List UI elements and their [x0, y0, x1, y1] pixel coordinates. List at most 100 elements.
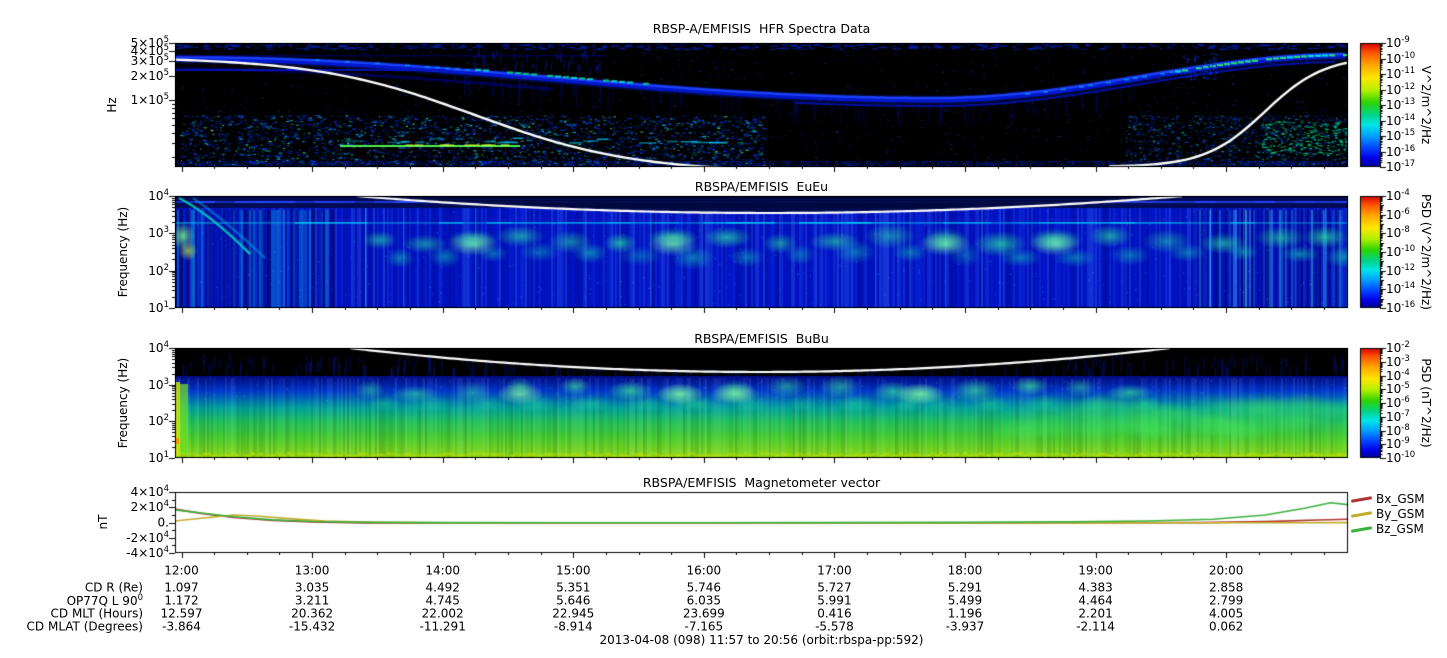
colorbar-tick-label: 10-2	[1386, 340, 1410, 356]
colorbar-tick-label: 10-15	[1386, 128, 1416, 144]
x-tick-label: 12:00	[164, 563, 199, 578]
emfisis-summary-plot: RBSP-A/EMFISIS HFR Spectra Data RBSPA/EM…	[0, 0, 1447, 658]
y-tick-label: -2×104	[126, 529, 169, 545]
by_gsm-legend-line	[1350, 511, 1373, 518]
ephemeris-value: 1.196	[947, 606, 983, 621]
ephemeris-value: 3.211	[294, 593, 330, 608]
colorbar-tick-label: 10-8	[1386, 422, 1410, 438]
ephemeris-value: 0.416	[817, 606, 852, 621]
magnetometer-line-canvas	[175, 492, 1348, 553]
y-tick-label: 3×105	[130, 53, 169, 69]
ephemeris-row-label: CD MLAT (Degrees)	[26, 619, 143, 634]
x-tick-label: 13:00	[294, 563, 330, 578]
y-tick-label: 101	[148, 300, 169, 316]
bx_gsm-legend-line	[1350, 496, 1373, 503]
y-tick-label: 102	[148, 262, 169, 278]
colorbar-tick-label: 10-14	[1386, 112, 1416, 128]
eueu-colorbar-unit-label: PSD (V^2/m^2/Hz)	[1419, 194, 1433, 310]
ephemeris-value: 5.727	[817, 580, 852, 595]
colorbar-tick-label: 10-6	[1386, 206, 1410, 222]
ephemeris-value: 5.646	[556, 593, 591, 608]
y-tick-label: 101	[148, 450, 169, 466]
colorbar-tick-label: 10-5	[1386, 381, 1410, 397]
y-tick-label: 2×105	[130, 67, 169, 83]
ephemeris-value: 4.745	[425, 593, 460, 608]
bubu-colorbar-unit-label: PSD (nT^2/Hz)	[1419, 358, 1433, 448]
y-tick-label: 103	[148, 376, 169, 392]
ephemeris-value: 5.351	[556, 580, 591, 595]
hfr-spectrogram-canvas	[175, 43, 1348, 167]
ephemeris-value: 4.464	[1078, 593, 1113, 608]
ephemeris-value: 3.035	[294, 580, 330, 595]
bubu-panel-title: RBSPA/EMFISIS BuBu	[694, 331, 829, 346]
ephemeris-value: 5.291	[947, 580, 983, 595]
eueu-y-axis-label: Frequency (Hz)	[116, 206, 130, 298]
colorbar-tick-label: 10-3	[1386, 353, 1410, 369]
ephemeris-value: 22.002	[421, 606, 464, 621]
colorbar-tick-label: 10-7	[1386, 408, 1410, 424]
colorbar-tick-label: 10-13	[1386, 97, 1416, 113]
ephemeris-value: 2.799	[1208, 593, 1244, 608]
colorbar-tick-label: 10-12	[1386, 81, 1416, 97]
x-tick-label: 20:00	[1208, 563, 1244, 578]
colorbar-tick-label: 10-10	[1386, 50, 1416, 66]
ephemeris-value: -3.864	[162, 619, 201, 634]
y-tick-label: 104	[148, 188, 169, 204]
y-tick-label: 104	[148, 340, 169, 356]
colorbar-tick-label: 10-9	[1386, 436, 1410, 452]
y-tick-label: 0.	[157, 515, 169, 530]
bx_gsm-legend-label: Bx_GSM	[1376, 492, 1425, 506]
ephemeris-value: -3.937	[945, 619, 985, 634]
colorbar-tick-label: 10-8	[1386, 225, 1410, 241]
x-tick-label: 14:00	[425, 563, 460, 578]
colorbar-tick-label: 10-16	[1386, 143, 1416, 159]
ephemeris-value: 20.362	[291, 606, 334, 621]
colorbar-tick-label: 10-9	[1386, 35, 1410, 51]
magnetometer-panel-title: RBSPA/EMFISIS Magnetometer vector	[642, 475, 881, 490]
ephemeris-value: -5.578	[815, 619, 854, 634]
ephemeris-value: 0.062	[1208, 619, 1244, 634]
ephemeris-value: 5.746	[686, 580, 722, 595]
ephemeris-value: -15.432	[288, 619, 336, 634]
eueu-panel-title: RBSPA/EMFISIS EuEu	[694, 179, 829, 194]
y-tick-label: 102	[148, 413, 169, 429]
colorbar-tick-label: 10-4	[1386, 367, 1410, 383]
ephemeris-value: 22.945	[552, 606, 595, 621]
colorbar-tick-label: 10-12	[1386, 262, 1416, 278]
ephemeris-value: 4.383	[1078, 580, 1113, 595]
ephemeris-value: -2.114	[1076, 619, 1115, 634]
hfr-colorbar-unit-label: V^2/m^2/Hz	[1419, 65, 1433, 145]
x-tick-label: 15:00	[555, 563, 591, 578]
ephemeris-value: -11.291	[419, 619, 466, 634]
figure-caption: 2013-04-08 (098) 11:57 to 20:56 (orbit:r…	[599, 633, 924, 647]
ephemeris-value: -8.914	[553, 619, 593, 634]
ephemeris-value: 2.201	[1078, 606, 1113, 621]
hfr-panel-title: RBSP-A/EMFISIS HFR Spectra Data	[652, 21, 871, 36]
y-tick-label: 2×104	[130, 499, 169, 515]
y-tick-label: 1×105	[130, 92, 169, 108]
ephemeris-value: 1.172	[164, 593, 199, 608]
ephemeris-value: 2.858	[1208, 580, 1244, 595]
colorbar-tick-label: 10-14	[1386, 281, 1416, 297]
ephemeris-value: 4.492	[425, 580, 460, 595]
ephemeris-value: 6.035	[686, 593, 722, 608]
colorbar-tick-label: 10-17	[1386, 159, 1416, 175]
hfr-y-axis-label: Hz	[105, 97, 119, 113]
x-tick-label: 16:00	[686, 563, 722, 578]
colorbar-tick-label: 10-10	[1386, 244, 1416, 260]
colorbar-tick-label: 10-10	[1386, 450, 1416, 466]
ephemeris-value: -7.165	[684, 619, 724, 634]
magnetometer-y-axis-label: nT	[96, 514, 110, 530]
bz_gsm-legend-label: Bz_GSM	[1376, 522, 1424, 536]
x-tick-label: 19:00	[1078, 563, 1113, 578]
ephemeris-value: 5.991	[817, 593, 852, 608]
eueu-spectrogram-canvas	[175, 196, 1348, 308]
x-tick-label: 18:00	[947, 563, 983, 578]
colorbar-tick-label: 10-6	[1386, 395, 1410, 411]
colorbar-tick-label: 10-4	[1386, 188, 1410, 204]
ephemeris-value: 23.699	[682, 606, 725, 621]
ephemeris-value: 4.005	[1208, 606, 1244, 621]
by_gsm-legend-label: By_GSM	[1376, 507, 1425, 521]
bubu-y-axis-label: Frequency (Hz)	[116, 357, 130, 449]
bubu-spectrogram-canvas	[175, 348, 1348, 458]
